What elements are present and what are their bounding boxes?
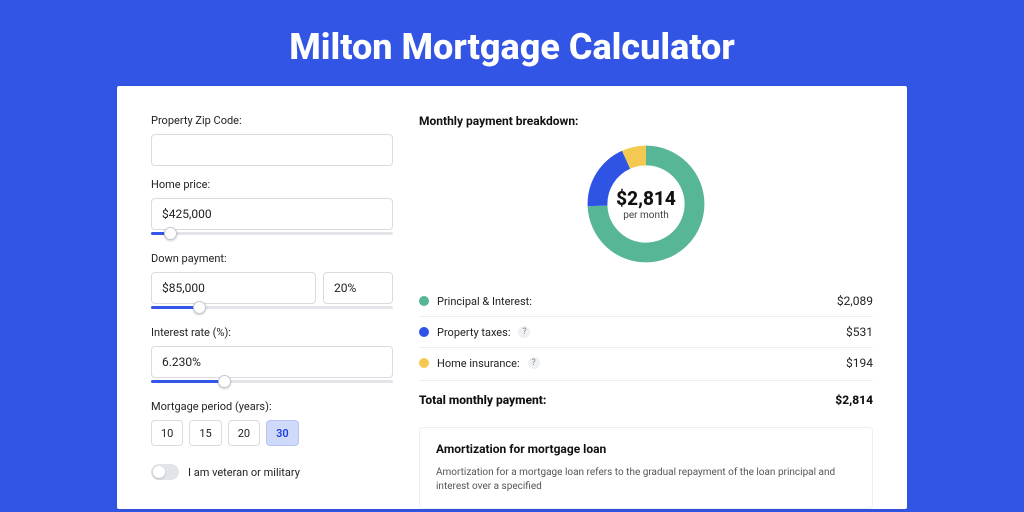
period-label: Mortgage period (years):: [151, 400, 393, 413]
price-input[interactable]: [151, 198, 393, 230]
period-btn-30[interactable]: 30: [266, 420, 299, 446]
down-slider[interactable]: [151, 302, 393, 314]
breakdown-panel: Monthly payment breakdown: $2,814 per mo…: [419, 114, 873, 509]
legend-row-1: Property taxes:? $531: [419, 317, 873, 348]
rate-input[interactable]: [151, 346, 393, 378]
swatch-icon: [419, 327, 429, 337]
rate-slider[interactable]: [151, 376, 393, 388]
legend-value: $2,089: [837, 294, 873, 308]
amortization-card: Amortization for mortgage loan Amortizat…: [419, 427, 873, 509]
legend-label: Principal & Interest:: [437, 295, 532, 308]
period-options: 1015 2030: [151, 420, 393, 446]
veteran-toggle[interactable]: [151, 464, 179, 480]
total-value: $2,814: [835, 393, 873, 407]
price-label: Home price:: [151, 178, 393, 191]
zip-label: Property Zip Code:: [151, 114, 393, 127]
swatch-icon: [419, 358, 429, 368]
legend-value: $194: [846, 356, 873, 370]
zip-input[interactable]: [151, 134, 393, 166]
info-icon[interactable]: ?: [528, 357, 540, 369]
zip-field: Property Zip Code:: [151, 114, 393, 166]
legend-row-2: Home insurance:? $194: [419, 348, 873, 378]
legend: Principal & Interest: $2,089 Property taxe…: [419, 286, 873, 378]
inputs-panel: Property Zip Code: Home price: Down paym…: [151, 114, 393, 509]
down-pct-input[interactable]: [323, 272, 393, 304]
legend-row-0: Principal & Interest: $2,089: [419, 286, 873, 317]
swatch-icon: [419, 296, 429, 306]
breakdown-donut: $2,814 per month: [582, 140, 710, 268]
info-icon[interactable]: ?: [518, 326, 530, 338]
period-btn-15[interactable]: 15: [189, 420, 221, 446]
donut-sub: per month: [623, 210, 669, 221]
price-field: Home price:: [151, 178, 393, 240]
page-title: Milton Mortgage Calculator: [0, 0, 1024, 86]
rate-label: Interest rate (%):: [151, 326, 393, 339]
rate-field: Interest rate (%):: [151, 326, 393, 388]
legend-label: Property taxes:: [437, 326, 510, 339]
breakdown-title: Monthly payment breakdown:: [419, 114, 873, 128]
period-btn-10[interactable]: 10: [151, 420, 183, 446]
legend-label: Home insurance:: [437, 357, 520, 370]
amortization-text: Amortization for a mortgage loan refers …: [436, 466, 856, 494]
down-label: Down payment:: [151, 252, 393, 265]
period-btn-20[interactable]: 20: [228, 420, 260, 446]
amortization-title: Amortization for mortgage loan: [436, 442, 856, 456]
total-row: Total monthly payment: $2,814: [419, 380, 873, 421]
total-label: Total monthly payment:: [419, 393, 546, 407]
donut-amount: $2,814: [616, 187, 676, 210]
legend-value: $531: [846, 325, 873, 339]
price-slider[interactable]: [151, 228, 393, 240]
down-amount-input[interactable]: [151, 272, 316, 304]
down-field: Down payment:: [151, 252, 393, 314]
calculator-card: Property Zip Code: Home price: Down paym…: [117, 86, 907, 509]
veteran-label: I am veteran or military: [188, 466, 300, 479]
period-field: Mortgage period (years): 1015 2030: [151, 400, 393, 446]
veteran-row: I am veteran or military: [151, 464, 393, 480]
